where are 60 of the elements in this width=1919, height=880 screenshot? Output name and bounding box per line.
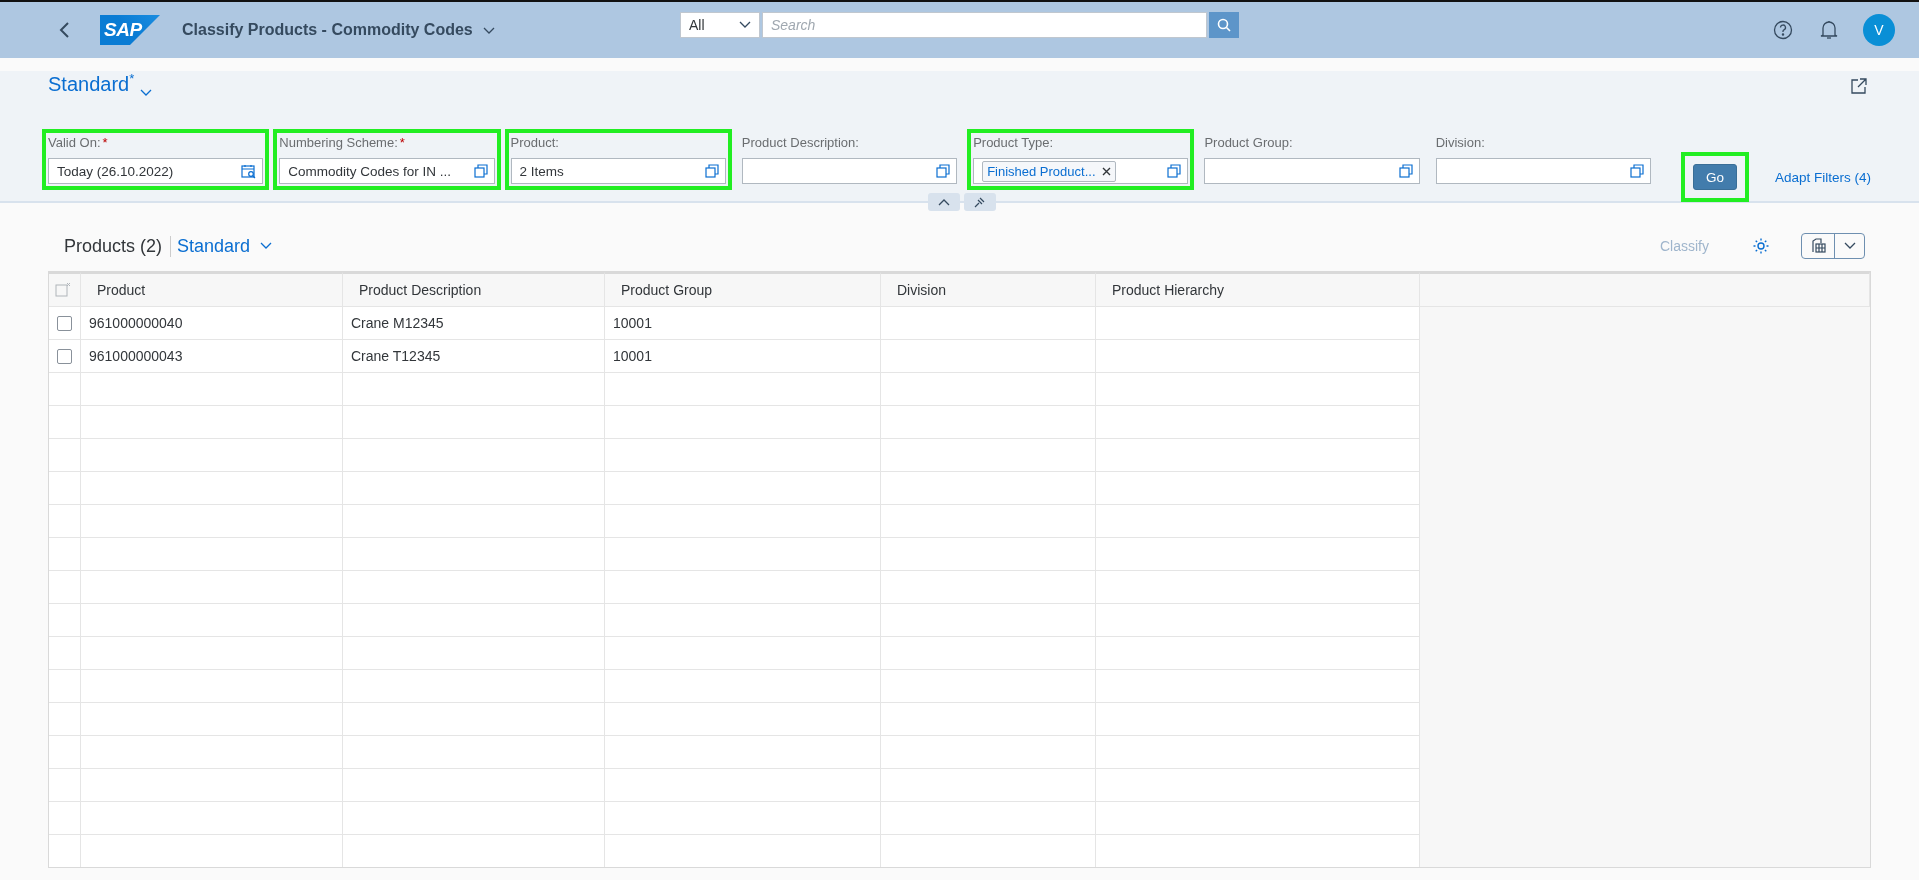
filter-field[interactable]: Finished Product...	[973, 158, 1189, 184]
value-help-icon[interactable]	[1398, 164, 1413, 178]
collapse-header-button[interactable]	[928, 193, 960, 211]
pin-icon	[974, 196, 986, 208]
table-cell: Crane T12345	[343, 340, 605, 373]
value-help-icon[interactable]	[704, 164, 719, 178]
filter-field[interactable]: 2 Items	[510, 158, 726, 184]
value-help-icon[interactable]	[1629, 164, 1644, 178]
chevron-down-icon	[739, 21, 751, 29]
pin-header-button[interactable]	[964, 193, 996, 211]
search-scope-select[interactable]: All	[680, 12, 760, 38]
company-logo[interactable]: SAP	[100, 15, 160, 45]
filter-label: Product Type:	[973, 135, 1055, 150]
remove-icon[interactable]	[1101, 166, 1111, 176]
chevron-left-icon	[58, 21, 70, 39]
value-help-icon[interactable]	[936, 164, 951, 178]
help-icon[interactable]	[1771, 18, 1795, 42]
go-button[interactable]: Go	[1692, 164, 1737, 190]
filter-field[interactable]	[741, 158, 958, 184]
filter-label: Product Group:	[1204, 135, 1294, 150]
filter-field[interactable]: Today (26.10.2022)	[48, 158, 264, 184]
chevron-down-icon	[1843, 242, 1856, 250]
chevron-up-icon	[938, 198, 950, 206]
variant-selector[interactable]: Standard$^{*}$	[48, 70, 153, 102]
spreadsheet-icon	[1810, 238, 1826, 254]
row-checkbox[interactable]	[57, 315, 72, 331]
value-help-icon[interactable]	[473, 164, 488, 178]
filter-label: Division:	[1435, 135, 1486, 150]
search-icon	[1217, 18, 1231, 32]
column-header[interactable]: Product	[81, 272, 343, 307]
filter-field[interactable]: Commodity Codes for IN ...	[279, 158, 495, 184]
search-button[interactable]	[1209, 12, 1239, 38]
table-title: Products (2)	[64, 235, 172, 257]
column-header[interactable]: Product Group	[605, 272, 881, 307]
filter-field[interactable]	[1204, 158, 1420, 184]
filter-field[interactable]	[1435, 158, 1651, 184]
column-header[interactable]: Division	[881, 272, 1096, 307]
table-cell: 961000000040	[81, 307, 343, 340]
chevron-down-icon	[260, 242, 273, 250]
table-cell: 10001	[605, 340, 881, 373]
value-help-icon[interactable]	[1167, 164, 1182, 178]
table-cell: 10001	[605, 307, 881, 340]
calendar-icon[interactable]	[241, 163, 257, 179]
filter-token[interactable]: Finished Product...	[982, 160, 1116, 182]
column-header[interactable]: Product Hierarchy	[1096, 272, 1420, 307]
user-avatar[interactable]: V	[1863, 14, 1895, 46]
adapt-filters-link[interactable]: Adapt Filters (4)	[1774, 164, 1871, 190]
filter-label: Valid On:*	[48, 135, 109, 150]
table-cell: 961000000043	[81, 340, 343, 373]
search-field[interactable]: Search	[762, 12, 1207, 38]
column-header[interactable]: Product Description	[343, 272, 605, 307]
row-checkbox[interactable]	[57, 348, 72, 364]
chevron-down-icon	[482, 27, 495, 35]
app-title[interactable]: Classify Products - Commodity Codes	[182, 21, 473, 39]
filter-label: Numbering Scheme:*	[279, 135, 406, 150]
filter-label: Product:	[510, 135, 560, 150]
chevron-down-icon	[140, 88, 153, 97]
filter-label: Product Description:	[741, 135, 860, 150]
table-cell: Crane M12345	[343, 307, 605, 340]
table-variant-selector[interactable]: Standard	[171, 235, 273, 257]
